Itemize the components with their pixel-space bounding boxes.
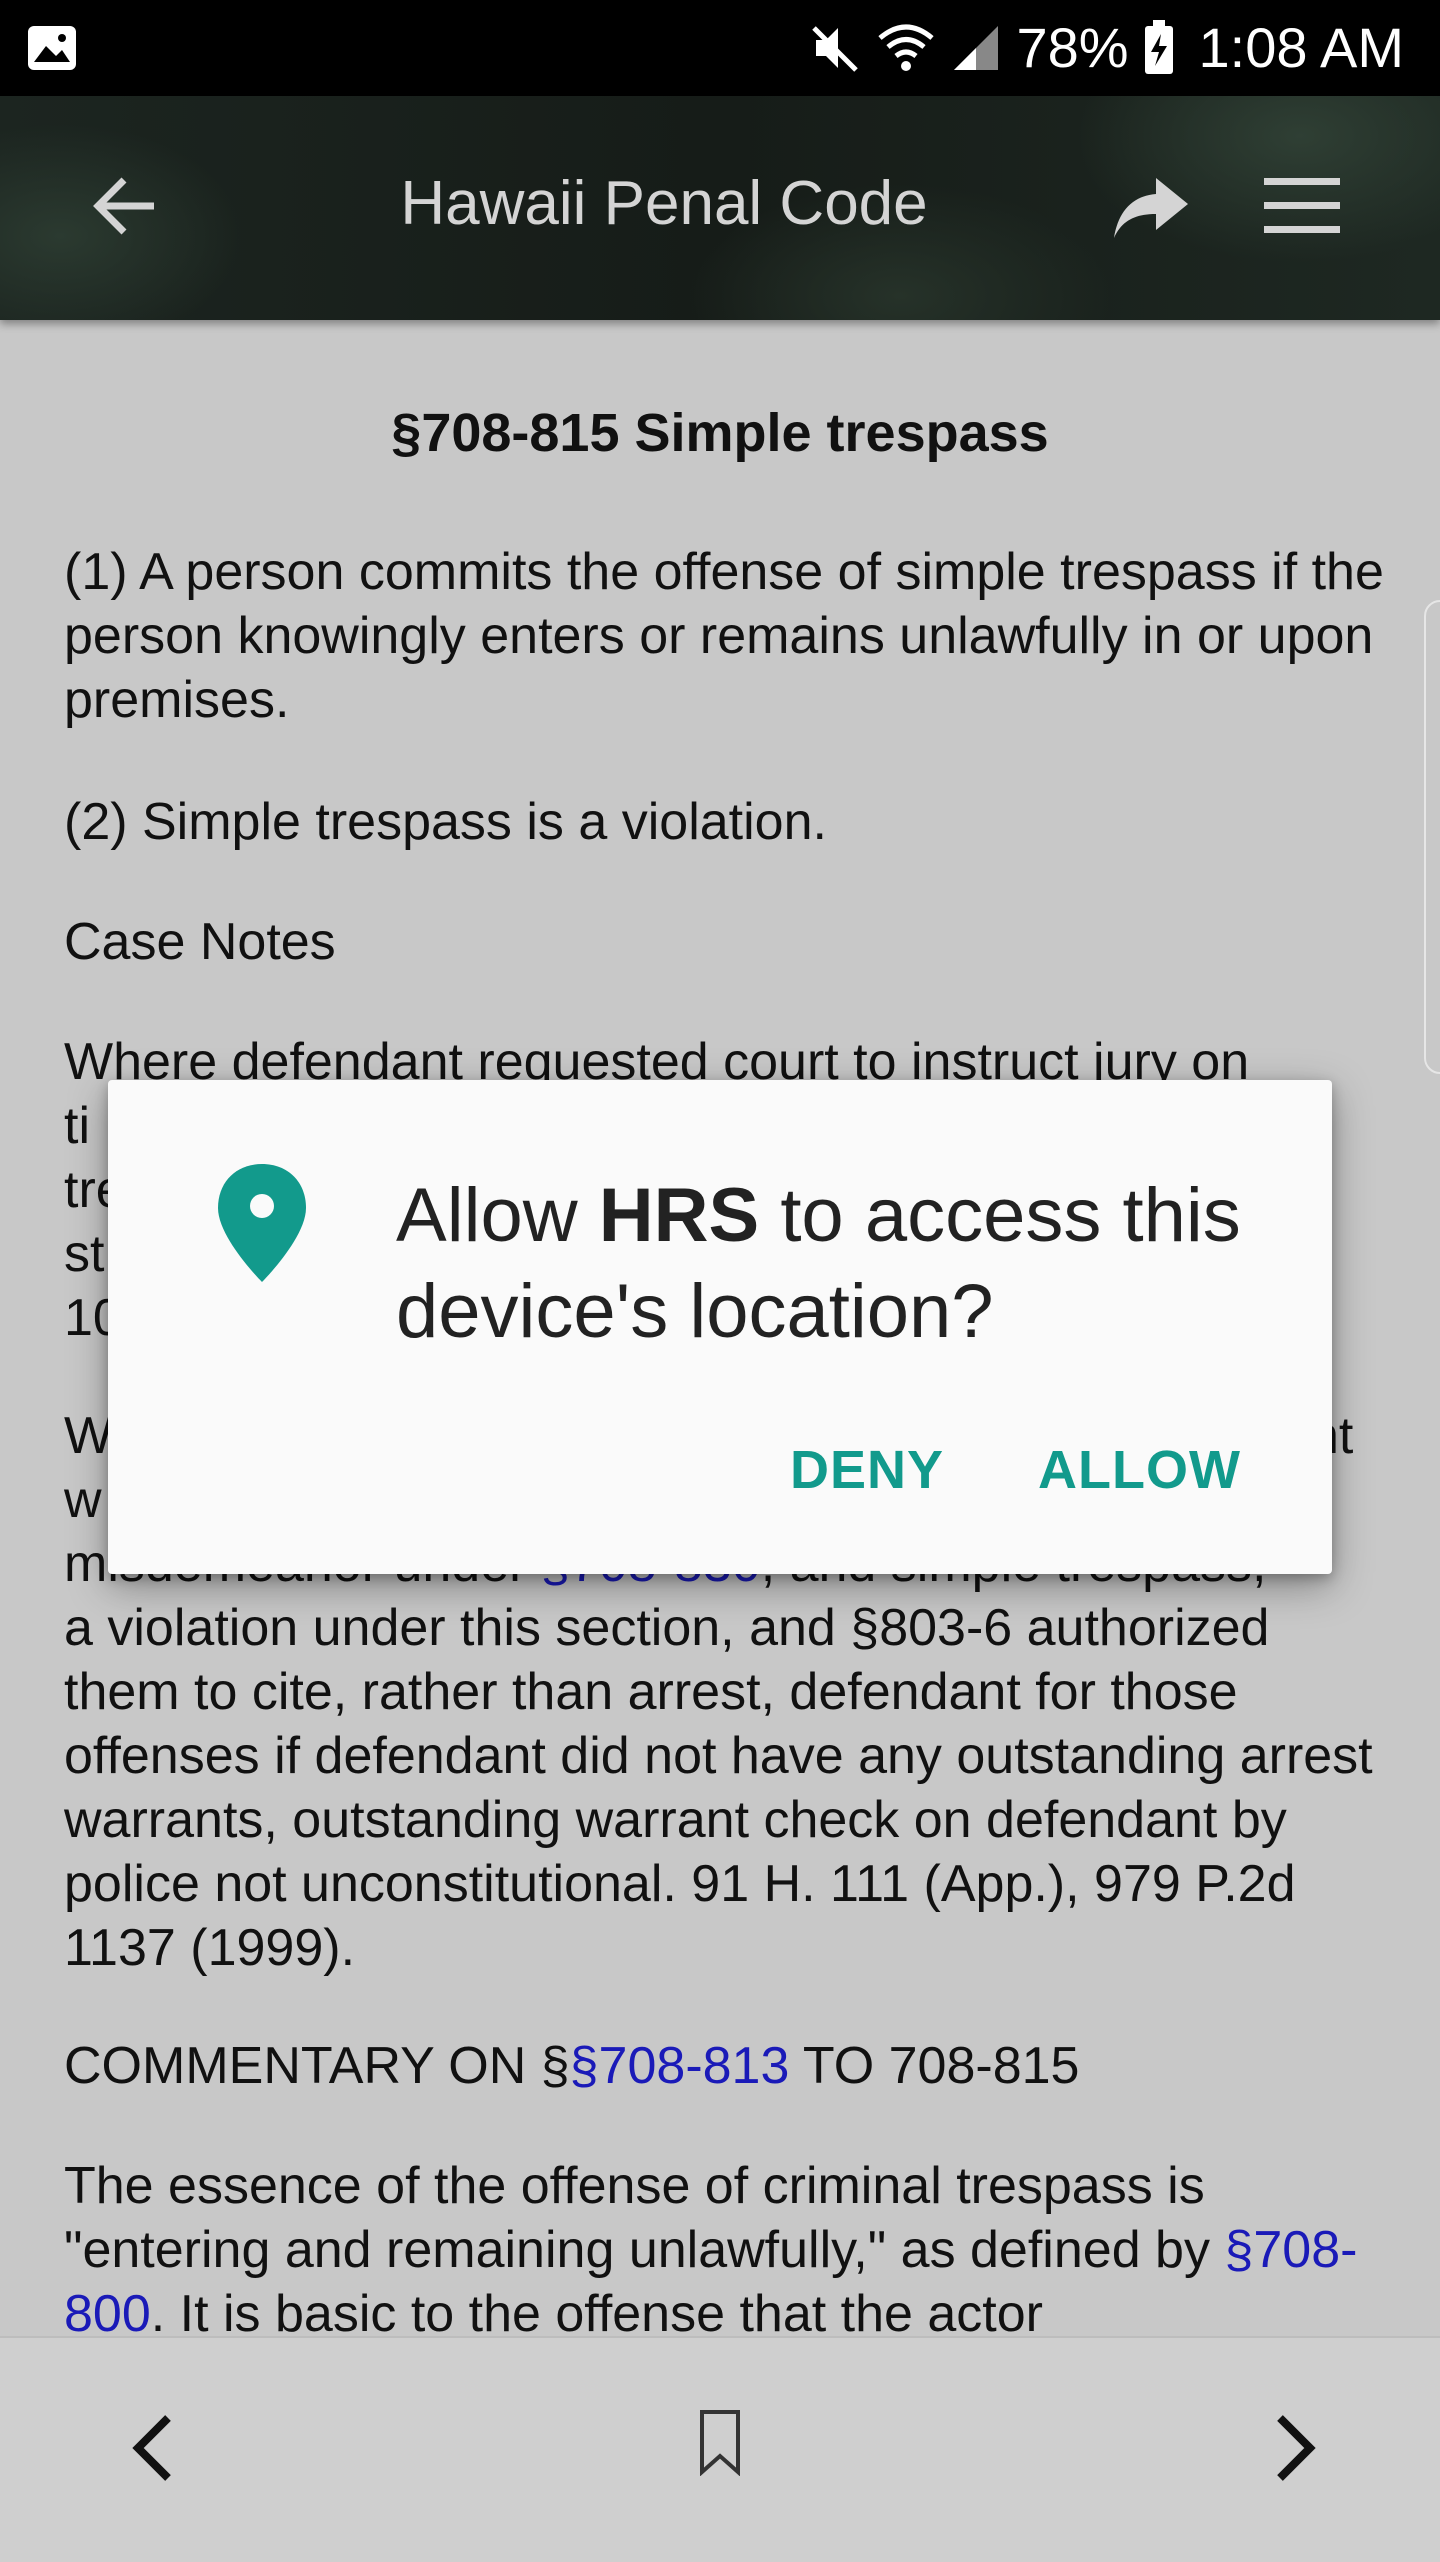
bottom-nav-bar bbox=[0, 2336, 1440, 2562]
section-heading: §708-815 Simple trespass bbox=[391, 403, 1049, 463]
paragraph-1: (1) A person commits the offense of simp… bbox=[64, 543, 1384, 729]
case-note-2-body: a violation under this section, and §803… bbox=[64, 1599, 1373, 1977]
battery-charging-icon bbox=[1144, 20, 1173, 74]
case-notes-label: Case Notes bbox=[64, 913, 336, 971]
dialog-message: Allow HRS to access this device's locati… bbox=[396, 1168, 1276, 1360]
location-permission-dialog: Allow HRS to access this device's locati… bbox=[108, 1080, 1332, 1574]
menu-icon[interactable] bbox=[1262, 172, 1342, 242]
share-icon[interactable] bbox=[1110, 168, 1190, 248]
deny-button[interactable]: DENY bbox=[790, 1430, 944, 1510]
text: COMMENTARY ON § bbox=[64, 2037, 570, 2095]
app-name: HRS bbox=[598, 1173, 760, 1258]
scrollbar-thumb[interactable] bbox=[1424, 600, 1440, 1074]
bookmark-icon[interactable] bbox=[698, 2408, 742, 2476]
clock: 1:08 AM bbox=[1198, 16, 1404, 79]
signal-icon bbox=[954, 26, 999, 70]
wifi-icon bbox=[878, 24, 935, 71]
chevron-right-icon[interactable] bbox=[1260, 2408, 1330, 2488]
text: . It is basic to the offense that the ac… bbox=[150, 2285, 1043, 2335]
gallery-icon bbox=[28, 26, 76, 70]
battery-percent: 78% bbox=[1016, 16, 1129, 79]
link-708-813[interactable]: §708-813 bbox=[570, 2037, 790, 2095]
location-pin-icon bbox=[218, 1164, 306, 1282]
mute-icon bbox=[812, 26, 859, 72]
status-bar: 78% 1:08 AM bbox=[0, 0, 1440, 96]
paragraph-2: (2) Simple trespass is a violation. bbox=[64, 793, 827, 851]
commentary-heading: COMMENTARY ON §§708-813 TO 708-815 bbox=[64, 2034, 1394, 2098]
text: The essence of the offense of criminal t… bbox=[64, 2157, 1225, 2279]
chevron-left-icon[interactable] bbox=[118, 2408, 188, 2488]
text: Allow bbox=[396, 1173, 599, 1258]
allow-button[interactable]: ALLOW bbox=[1038, 1430, 1241, 1510]
commentary-body: The essence of the offense of criminal t… bbox=[64, 2154, 1394, 2335]
text: TO 708-815 bbox=[789, 2037, 1080, 2095]
app-bar: Hawaii Penal Code bbox=[0, 96, 1440, 320]
